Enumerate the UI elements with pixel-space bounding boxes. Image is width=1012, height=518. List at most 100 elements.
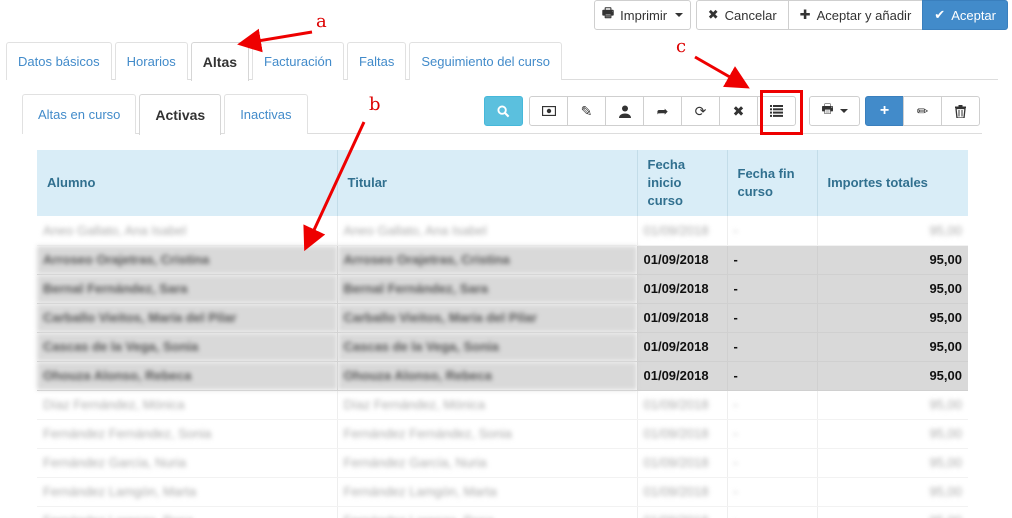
- accept-button[interactable]: ✔ Aceptar: [922, 0, 1008, 30]
- cell-importe: 95,00: [817, 390, 968, 420]
- cell-importe: 95,00: [817, 448, 968, 478]
- user-icon: [618, 105, 631, 118]
- cell-fecha-fin: -: [727, 303, 818, 333]
- accept-label: Aceptar: [951, 7, 996, 23]
- edit-button[interactable]: ✏: [903, 96, 942, 126]
- print-icon: 🖶: [821, 101, 834, 116]
- pencil-icon: ✏: [916, 102, 929, 119]
- cell-fecha-inicio: 01/09/2018: [637, 390, 728, 420]
- col-header-importes[interactable]: Importes totales: [817, 150, 968, 216]
- remove-icon: ✖: [732, 102, 745, 119]
- tab-datos-basicos[interactable]: Datos básicos: [6, 42, 112, 80]
- caret-down-icon: [839, 109, 848, 113]
- cell-alumno: Fernández Lamgón, Marta: [37, 477, 338, 507]
- table-row[interactable]: Cascas de la Vega, Sonia Cascas de la Veg…: [37, 332, 968, 362]
- main-tabs: Datos básicos Horarios Altas Facturación…: [6, 42, 998, 81]
- cell-fecha-fin: -: [727, 419, 818, 449]
- refresh-icon: ⟳: [694, 102, 707, 119]
- table-row[interactable]: Díaz Fernández, Mónica Díaz Fernández, Mó…: [37, 390, 968, 420]
- cell-titular: Ohouza Alonso, Rebeca: [337, 361, 638, 391]
- cell-fecha-inicio: 01/09/2018: [637, 448, 728, 478]
- list-button-highlight: [760, 90, 803, 135]
- col-header-fecha-fin[interactable]: Fecha fin curso: [727, 150, 818, 216]
- col-header-titular[interactable]: Titular: [337, 150, 638, 216]
- cell-importe: 95,00: [817, 361, 968, 391]
- cell-titular: Cascas de la Vega, Sonia: [337, 332, 638, 362]
- table-row[interactable]: Bernal Fernández, Sara Bernal Fernández, …: [37, 274, 968, 304]
- cell-alumno: Aneo Gallato, Ana Isabel: [37, 216, 338, 246]
- cell-fecha-inicio: 01/09/2018: [637, 274, 728, 304]
- cell-importe: 95,00: [817, 245, 968, 275]
- tab-seguimiento-del-curso[interactable]: Seguimiento del curso: [409, 42, 562, 80]
- cell-alumno: Cascas de la Vega, Sonia: [37, 332, 338, 362]
- search-button[interactable]: [484, 96, 523, 126]
- tab-facturacion[interactable]: Facturación: [252, 42, 344, 80]
- remove-button[interactable]: ✖: [719, 96, 758, 126]
- refresh-button[interactable]: ⟳: [681, 96, 720, 126]
- cell-alumno: Ohouza Alonso, Rebeca: [37, 361, 338, 391]
- delete-button[interactable]: [941, 96, 980, 126]
- tab-horarios[interactable]: Horarios: [114, 42, 188, 80]
- annotation-b: b: [369, 94, 381, 115]
- check-icon: ✔: [934, 7, 946, 22]
- accept-and-add-label: Aceptar y añadir: [816, 7, 912, 23]
- tab-altas-en-curso[interactable]: Altas en curso: [22, 94, 137, 134]
- cell-titular: Fernández Fernández, Sonia: [337, 419, 638, 449]
- table-row[interactable]: Ohouza Alonso, Rebeca Ohouza Alonso, Rebe…: [37, 361, 968, 391]
- crud-toolbar: + ✏: [865, 96, 980, 126]
- cell-importe: 95,00: [817, 419, 968, 449]
- cell-importe: 95,00: [817, 216, 968, 246]
- table-row[interactable]: Fernández Lamgón, Marta Fernández Lamgón,…: [37, 477, 968, 507]
- cell-fecha-inicio: 01/09/2018: [637, 332, 728, 362]
- student-button[interactable]: [605, 96, 644, 126]
- cell-titular: Arroseo Orajetras, Cristina: [337, 245, 638, 275]
- annotation-c: c: [676, 36, 687, 57]
- tab-altas[interactable]: Altas: [190, 42, 250, 81]
- cell-titular: Fernández Lamgón, Marta: [337, 477, 638, 507]
- enrollments-table: Alumno Titular Fecha inicio curso Fecha …: [37, 150, 968, 518]
- cell-alumno: Bernal Fernández, Sara: [37, 274, 338, 304]
- table-row[interactable]: Carballo Vieitos, María del Pilar Carball…: [37, 303, 968, 333]
- cell-fecha-fin: -: [727, 216, 818, 246]
- table-row[interactable]: Fernández García, Nuria Fernández García,…: [37, 448, 968, 478]
- add-button[interactable]: +: [865, 96, 904, 126]
- cell-titular: Carballo Vieitos, María del Pilar: [337, 303, 638, 333]
- table-row[interactable]: Aneo Gallato, Ana Isabel Aneo Gallato, An…: [37, 216, 968, 246]
- billing-button[interactable]: [529, 96, 568, 126]
- print-dropdown-button[interactable]: 🖶 Imprimir: [594, 0, 691, 30]
- cell-alumno: Díaz Fernández, Mónica: [37, 390, 338, 420]
- tab-faltas[interactable]: Faltas: [346, 42, 407, 80]
- cell-alumno: Fernández Lorenzo, Rosa: [37, 506, 338, 518]
- print-label: Imprimir: [620, 7, 668, 23]
- print-list-dropdown[interactable]: 🖶: [809, 96, 860, 126]
- share-icon: ➦: [656, 102, 669, 119]
- plus-icon: +: [879, 102, 890, 119]
- cell-fecha-fin: -: [727, 477, 818, 507]
- share-button[interactable]: ➦: [643, 96, 682, 126]
- tab-inactivas[interactable]: Inactivas: [224, 94, 308, 134]
- cell-fecha-inicio: 01/09/2018: [637, 303, 728, 333]
- table-row[interactable]: Fernández Fernández, Sonia Fernández Fern…: [37, 419, 968, 449]
- edit-record-button[interactable]: ✎: [567, 96, 606, 126]
- cell-fecha-fin: -: [727, 506, 818, 518]
- record-toolbar: ✎ ➦ ⟳ ✖: [529, 96, 796, 126]
- edit-icon: ✎: [580, 102, 593, 119]
- cell-fecha-inicio: 01/09/2018: [637, 216, 728, 246]
- cell-fecha-fin: -: [727, 390, 818, 420]
- money-icon: [541, 106, 556, 116]
- search-icon: [497, 104, 510, 117]
- cell-fecha-inicio: 01/09/2018: [637, 477, 728, 507]
- tab-activas[interactable]: Activas: [139, 94, 222, 135]
- cell-titular: Díaz Fernández, Mónica: [337, 390, 638, 420]
- col-header-alumno[interactable]: Alumno: [37, 150, 338, 216]
- table-row[interactable]: Fernández Lorenzo, RosaFernández Lorenzo…: [37, 506, 968, 518]
- cell-importe: 95,00: [817, 477, 968, 507]
- cell-fecha-fin: -: [727, 448, 818, 478]
- accept-and-add-button[interactable]: ✚ Aceptar y añadir: [787, 0, 924, 30]
- table-row[interactable]: Arroseo Orajetras, Cristina Arroseo Oraje…: [37, 245, 968, 275]
- cancel-button[interactable]: ✖ Cancelar: [695, 0, 789, 30]
- col-header-fecha-inicio[interactable]: Fecha inicio curso: [637, 150, 728, 216]
- cell-alumno: Carballo Vieitos, María del Pilar: [37, 303, 338, 333]
- cell-titular: Bernal Fernández, Sara: [337, 274, 638, 304]
- print-icon: 🖶: [601, 5, 615, 20]
